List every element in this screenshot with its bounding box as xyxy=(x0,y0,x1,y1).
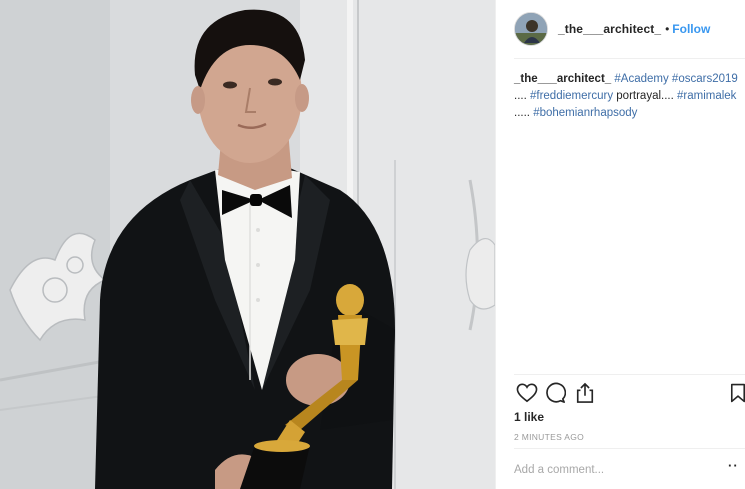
post-header: _the___architect_ • Follow xyxy=(496,0,745,58)
avatar[interactable] xyxy=(514,12,548,46)
heart-icon[interactable] xyxy=(514,380,540,406)
follow-button[interactable]: Follow xyxy=(672,22,710,36)
hashtag-oscars2019[interactable]: #oscars2019 xyxy=(672,73,738,85)
share-icon[interactable] xyxy=(572,380,598,406)
header-divider xyxy=(514,58,745,59)
post-actions xyxy=(510,380,745,408)
caption-text: ..... xyxy=(514,107,530,119)
hashtag-bohemianrhapsody[interactable]: #bohemianrhapsody xyxy=(533,107,637,119)
caption-text: .... xyxy=(514,90,527,102)
actions-divider xyxy=(514,374,745,375)
username-link[interactable]: _the___architect_ xyxy=(558,22,661,36)
caption-text: portrayal.... xyxy=(613,90,677,102)
post-photo[interactable] xyxy=(0,0,495,489)
hashtag-freddiemercury[interactable]: #freddiemercury xyxy=(530,90,613,102)
comment-divider xyxy=(514,448,745,449)
caption-username[interactable]: _the___architect_ xyxy=(514,73,611,85)
post-side-panel: _the___architect_ • Follow _the___archit… xyxy=(495,0,745,489)
post-timestamp: 2 MINUTES AGO xyxy=(514,432,585,442)
avatar-image xyxy=(515,13,547,45)
bookmark-icon[interactable] xyxy=(730,380,745,406)
hashtag-ramimalek[interactable]: #ramimalek xyxy=(677,90,736,102)
likes-count[interactable]: 1 like xyxy=(514,410,544,424)
comment-icon[interactable] xyxy=(542,380,568,406)
more-options-icon[interactable]: ·· xyxy=(728,458,739,473)
comment-input[interactable] xyxy=(514,461,714,479)
photo-illustration xyxy=(0,0,495,489)
hashtag-academy[interactable]: #Academy xyxy=(614,73,668,85)
separator-dot: • xyxy=(665,22,670,36)
post-caption: _the___architect_ #Academy #oscars2019 .… xyxy=(514,71,745,122)
